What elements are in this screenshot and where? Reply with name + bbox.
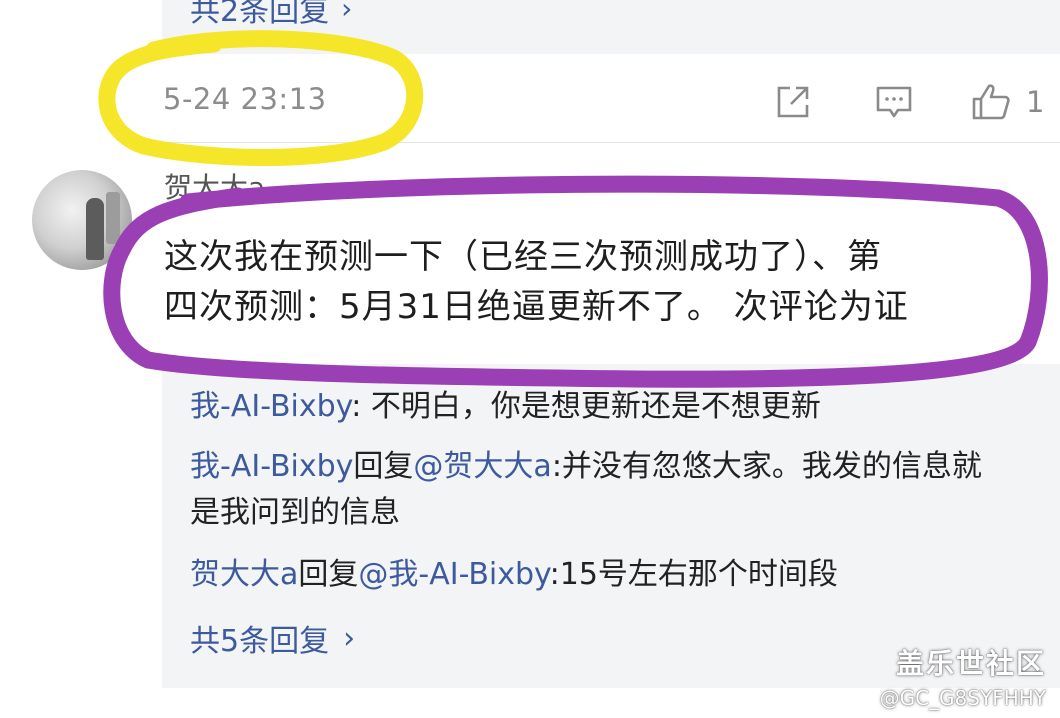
like-icon bbox=[972, 84, 1010, 120]
comment-line: 这次我在预测一下（已经三次预测成功了）、第 bbox=[164, 237, 882, 277]
comment-line: 四次预测：5月31日绝逼更新不了。 次评论为证 bbox=[164, 287, 909, 327]
reply-item[interactable]: 贺大大a回复@我-AI-Bixby:15号左右那个时间段 bbox=[190, 552, 838, 598]
comment-icon bbox=[876, 86, 912, 118]
reply-author[interactable]: 贺大大a bbox=[190, 557, 298, 592]
more-replies-label: 共5条回复 bbox=[190, 624, 330, 659]
reply-item[interactable]: 我-AI-Bixby回复@贺大大a:并没有忽悠大家。我发的信息就是我问到的信息 bbox=[190, 444, 1010, 536]
comment-meta-row: 5-24 23:13 1 bbox=[0, 60, 1060, 142]
reply-author[interactable]: 我-AI-Bixby bbox=[190, 389, 351, 424]
avatar[interactable] bbox=[32, 170, 132, 270]
previous-replies-link[interactable]: 共2条回复 › bbox=[190, 0, 352, 30]
share-icon bbox=[777, 86, 809, 118]
like-count: 1 bbox=[1026, 85, 1045, 119]
watermark-user: @GC_G8SYFHHY bbox=[879, 686, 1046, 710]
reply-verb: 回复 bbox=[353, 449, 414, 484]
comment-username[interactable]: 贺大大a bbox=[164, 166, 265, 206]
comment-text: 这次我在预测一下（已经三次预测成功了）、第 四次预测：5月31日绝逼更新不了。 … bbox=[164, 232, 1024, 332]
reply-author[interactable]: 我-AI-Bixby bbox=[190, 449, 353, 484]
share-button[interactable] bbox=[774, 80, 812, 124]
more-replies-link[interactable]: 共5条回复 › bbox=[190, 616, 355, 660]
reply-target[interactable]: @我-AI-Bixby bbox=[358, 557, 549, 592]
watermark-brand: 盖乐世社区 bbox=[895, 647, 1046, 680]
chevron-right-icon: › bbox=[343, 620, 356, 656]
divider bbox=[162, 142, 1060, 143]
comment-timestamp: 5-24 23:13 bbox=[163, 82, 327, 116]
like-button[interactable]: 1 bbox=[970, 80, 1044, 124]
reply-text: : 不明白，你是想更新还是不想更新 bbox=[351, 389, 821, 424]
reply-target[interactable]: @贺大大a bbox=[413, 449, 551, 484]
reply-item[interactable]: 我-AI-Bixby: 不明白，你是想更新还是不想更新 bbox=[190, 384, 821, 430]
reply-verb: 回复 bbox=[298, 557, 359, 592]
page: 共2条回复 › 5-24 23:13 1 贺大大a 这次我在预测一下（已经三次预… bbox=[0, 0, 1060, 718]
watermark: 盖乐世社区 @GC_G8SYFHHY bbox=[880, 642, 1046, 710]
reply-text: :15号左右那个时间段 bbox=[549, 557, 838, 592]
previous-replies-label: 共2条回复 bbox=[190, 0, 330, 29]
comment-button[interactable] bbox=[874, 80, 914, 124]
chevron-right-icon: › bbox=[341, 0, 353, 25]
